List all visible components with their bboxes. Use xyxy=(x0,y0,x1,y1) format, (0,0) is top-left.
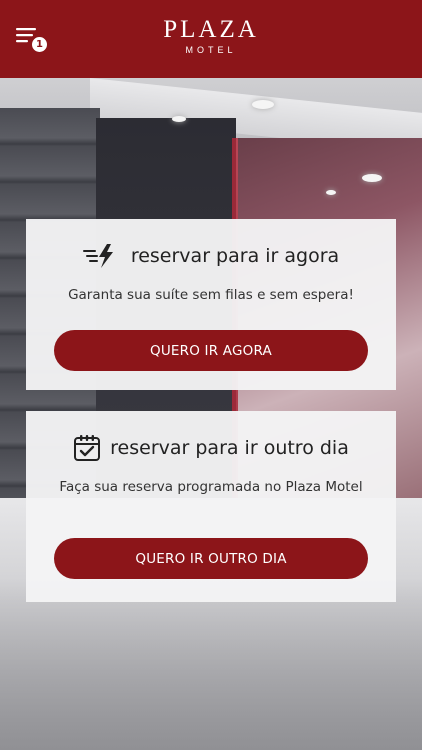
go-now-button[interactable]: QUERO IR AGORA xyxy=(54,330,368,371)
card-title-row: reservar para ir agora xyxy=(26,241,396,271)
go-other-day-button[interactable]: QUERO IR OUTRO DIA xyxy=(54,538,368,579)
logo-brand: PLAZA xyxy=(163,16,259,43)
calendar-check-icon xyxy=(73,434,101,462)
app-header: 1 PLAZA MOTEL xyxy=(0,0,422,78)
plaza-motel-logo: PLAZA MOTEL xyxy=(0,16,422,55)
fast-lightning-icon xyxy=(82,242,119,270)
card-title-row: reservar para ir outro dia xyxy=(26,433,396,463)
card-description: Garanta sua suíte sem filas e sem espera… xyxy=(68,287,354,303)
ceiling-lamp xyxy=(252,100,274,109)
reserve-other-day-card: reservar para ir outro dia Faça sua rese… xyxy=(26,411,396,602)
ceiling-lamp xyxy=(326,190,336,195)
card-description: Faça sua reserva programada no Plaza Mot… xyxy=(59,479,363,495)
card-title: reservar para ir agora xyxy=(130,245,340,267)
ceiling-lamp xyxy=(362,174,382,182)
card-title: reservar para ir outro dia xyxy=(110,437,349,459)
bottom-fade xyxy=(0,578,422,750)
ceiling-lamp xyxy=(172,116,186,122)
reserve-now-card: reservar para ir agora Garanta sua suíte… xyxy=(26,219,396,390)
logo-subtitle: MOTEL xyxy=(185,45,237,55)
